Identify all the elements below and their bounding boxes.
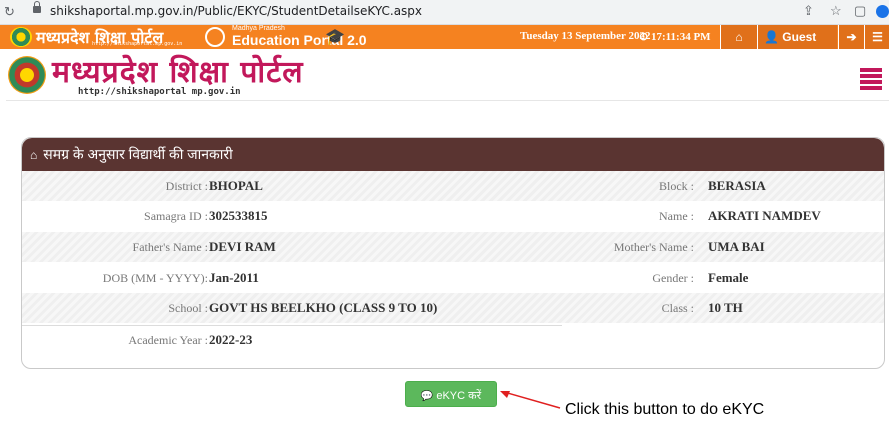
gender-value: Female (708, 270, 749, 285)
district-value: BHOPAL (209, 178, 263, 193)
window-icon[interactable]: ▢ (854, 3, 866, 19)
current-date: Tuesday 13 September 2022 (520, 30, 651, 42)
gender-label: Gender : (652, 271, 694, 285)
reload-icon[interactable]: ↻ (4, 4, 15, 20)
block-value: BERASIA (708, 178, 766, 193)
home-icon: ⌂ (30, 148, 38, 162)
list-icon: ☰ (872, 30, 883, 44)
share-icon[interactable]: ⇪ (803, 3, 814, 19)
samagra-id-label: Samagra ID : (144, 209, 208, 223)
block-label: Block : (659, 179, 694, 193)
class-label: Class : (661, 301, 694, 315)
mp-emblem-small-logo (10, 27, 32, 47)
guest-user-button[interactable]: 👤 Guest User (757, 25, 837, 68)
login-button[interactable]: ➔ (838, 25, 864, 49)
name-value: AKRATI NAMDEV (708, 208, 821, 223)
samagra-id-value: 302533815 (209, 208, 268, 223)
dob-label: DOB (MM - YYYY): (102, 271, 208, 285)
current-time-value: 17:11:34 PM (650, 31, 711, 43)
father-name-value: DEVI RAM (209, 239, 276, 254)
graduation-cap-icon: 🎓 (325, 29, 345, 46)
class-value: 10 TH (708, 300, 743, 315)
ekyc-button[interactable]: 💬 eKYC करें (405, 381, 497, 407)
ekyc-button-label: eKYC करें (436, 390, 482, 402)
detail-row-parents: Father's Name : DEVI RAM Mother's Name :… (22, 232, 884, 262)
dob-value: Jan-2011 (209, 270, 259, 285)
detail-row-dob: DOB (MM - YYYY): Jan-2011 Gender : Femal… (22, 263, 884, 293)
mp-emblem-logo (8, 56, 46, 94)
school-value: GOVT HS BEELKHO (CLASS 9 TO 10) (209, 300, 438, 315)
address-url[interactable]: shikshaportal.mp.gov.in/Public/EKYC/Stud… (50, 4, 422, 18)
banner-divider (6, 100, 889, 101)
portal-top-strip: मध्यप्रदेश शिक्षा पोर्टल http://shikshap… (0, 25, 889, 68)
annotation-text: Click this button to do eKYC (565, 401, 765, 418)
portal-brand-small-url: http://shikshaportal.mp.gov.in (92, 41, 183, 47)
user-icon: 👤 (764, 30, 783, 44)
detail-row-district: District : BHOPAL Block : BERASIA (22, 171, 884, 201)
father-name-label: Father's Name : (132, 240, 208, 254)
bookmark-star-icon[interactable]: ☆ (830, 3, 842, 19)
card-title: समग्र के अनुसार विद्यार्थी की जानकारी (43, 146, 233, 162)
profile-avatar[interactable] (876, 5, 889, 18)
lock-icon (33, 1, 41, 13)
name-label: Name : (659, 209, 694, 223)
annotation-arrow (500, 391, 561, 409)
mother-name-value: UMA BAI (708, 239, 765, 254)
clock-icon: ⊙ (639, 31, 651, 43)
mother-name-label: Mother's Name : (613, 240, 694, 254)
comment-icon: 💬 (420, 391, 434, 402)
academic-year-value: 2022-23 (209, 332, 253, 347)
education-portal-title: Education Portal 2.0 (232, 32, 367, 48)
portal-brand-url: http://shikshaportal mp.gov.in (78, 87, 241, 97)
card-header: ⌂ समग्र के अनुसार विद्यार्थी की जानकारी (22, 138, 884, 171)
top-menu-button[interactable]: ☰ (864, 25, 889, 49)
sign-in-icon: ➔ (846, 30, 857, 44)
academic-year-label: Academic Year : (128, 333, 208, 347)
detail-row-samagra: Samagra ID : 302533815 Name : AKRATI NAM… (22, 201, 884, 231)
hamburger-menu-icon[interactable] (860, 68, 882, 92)
home-icon: ⌂ (735, 30, 743, 44)
education-portal-state: Madhya Pradesh (232, 25, 285, 32)
detail-row-academic-year: Academic Year : 2022-23 (22, 325, 884, 355)
portal-brand-title: मध्यप्रदेश शिक्षा पोर्टल (52, 55, 304, 90)
education-portal-logo-icon (205, 27, 225, 47)
current-time: ⊙ 17:11:34 PM (639, 30, 711, 43)
detail-row-school: School : GOVT HS BEELKHO (CLASS 9 TO 10)… (22, 293, 884, 323)
home-button[interactable]: ⌂ (720, 25, 757, 49)
school-label: School : (168, 301, 208, 315)
student-details-card: ⌂ समग्र के अनुसार विद्यार्थी की जानकारी D… (21, 137, 885, 369)
district-label: District : (165, 179, 208, 193)
browser-address-bar: ↻ shikshaportal.mp.gov.in/Public/EKYC/St… (0, 0, 889, 25)
